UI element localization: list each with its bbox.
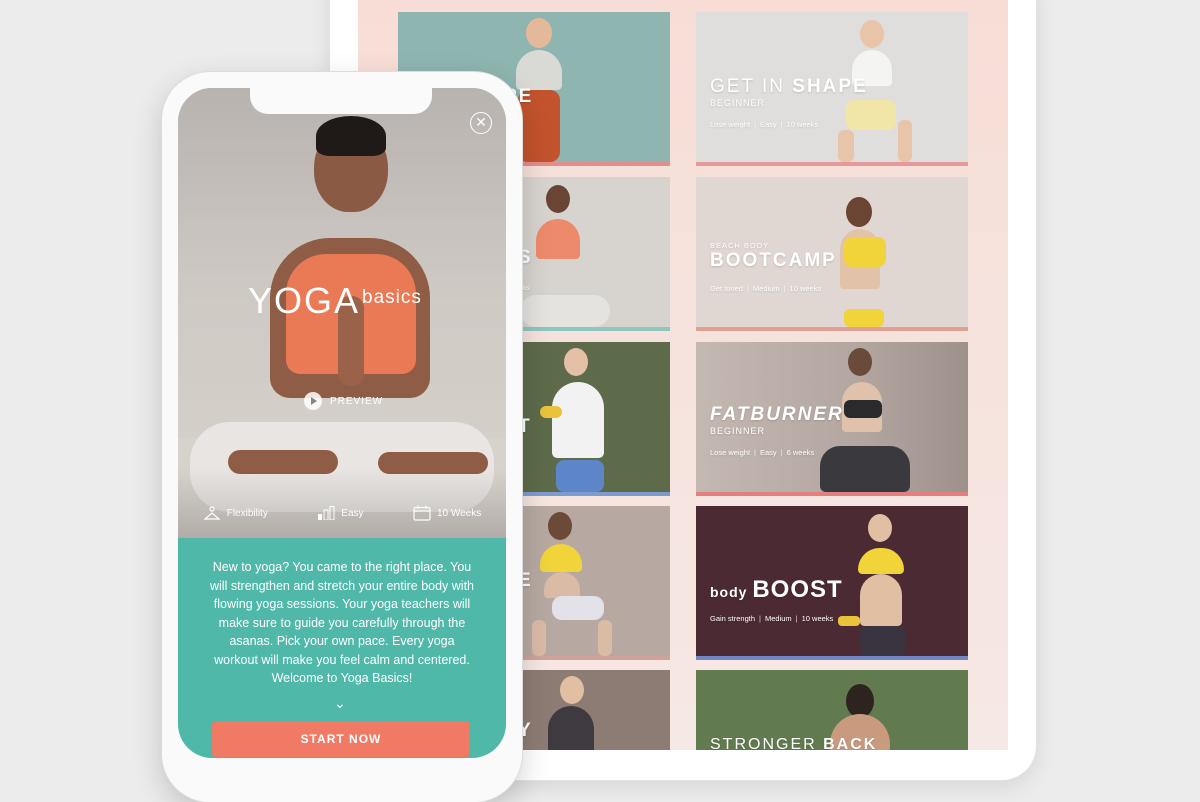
- card-photo: [538, 670, 608, 750]
- program-card-stronger-back[interactable]: STRONGER BACK: [696, 670, 968, 750]
- card-title: STRONGER BACK: [710, 736, 878, 750]
- stat-focus-label: Flexibility: [226, 507, 268, 519]
- card-text: BEACH BODY BOOTCAMP Get toned | Medium | 10 …: [710, 241, 837, 293]
- program-title: YOGA basics: [248, 280, 422, 322]
- chevron-down-icon[interactable]: ⌄: [334, 695, 346, 712]
- stat-level-label: Easy: [341, 507, 364, 519]
- level-bars-icon: [318, 506, 335, 520]
- card-title: BOOTCAMP: [710, 250, 837, 271]
- close-button[interactable]: ✕: [470, 112, 492, 134]
- program-card-bootcamp[interactable]: BEACH BODY BOOTCAMP Get toned | Medium | 10 …: [696, 177, 968, 331]
- program-title-sub: basics: [362, 287, 422, 308]
- card-meta: Lose weight | Easy | 6 weeks: [710, 448, 815, 457]
- program-card-fatburner[interactable]: FATBURNER BEGINNER Lose weight | Easy | 6 we…: [696, 342, 968, 496]
- program-card-body-boost[interactable]: body BOOST Gain strength | Medium | 10 weeks: [696, 506, 968, 660]
- start-now-button[interactable]: START NOW: [212, 721, 470, 757]
- program-description: New to yoga? You came to the right place…: [209, 560, 475, 685]
- preview-button[interactable]: PREVIEW: [304, 392, 383, 410]
- card-eyebrow: BEACH BODY: [710, 241, 770, 250]
- hero-image: ✕ YOGA basics PREVIEW Flexibility Easy 1…: [178, 88, 506, 538]
- card-text: GET IN SHAPE BEGINNER Lose weight | Easy | 1…: [710, 76, 868, 129]
- flexibility-icon: [203, 506, 221, 520]
- card-title: GET IN SHAPE: [710, 76, 868, 97]
- play-icon: [304, 392, 322, 410]
- model-hair: [316, 116, 386, 156]
- card-text: body BOOST Gain strength | Medium | 10 weeks: [710, 576, 843, 623]
- card-photo: [522, 506, 622, 656]
- card-meta: Get toned | Medium | 10 weeks: [710, 284, 822, 293]
- stat-duration: 10 Weeks: [413, 505, 481, 521]
- program-title-main: YOGA: [248, 280, 361, 321]
- phone-notch: [250, 86, 432, 114]
- preview-label: PREVIEW: [330, 395, 384, 407]
- calendar-icon: [413, 505, 431, 521]
- program-card-get-in-shape[interactable]: GET IN SHAPE BEGINNER Lose weight | Easy | 1…: [696, 12, 968, 166]
- card-meta: Lose weight | Easy | 10 weeks: [710, 120, 819, 129]
- card-subtitle: BEGINNER: [710, 98, 766, 108]
- card-photo: [836, 506, 946, 656]
- phone-screen: ✕ YOGA basics PREVIEW Flexibility Easy 1…: [178, 88, 506, 758]
- card-title: FATBURNER: [710, 404, 844, 425]
- card-text: FATBURNER BEGINNER Lose weight | Easy | 6 we…: [710, 404, 844, 457]
- program-stats: Flexibility Easy 10 Weeks: [178, 496, 506, 530]
- card-subtitle: BEGINNER: [710, 426, 766, 436]
- card-title: body BOOST: [710, 576, 843, 603]
- stat-level: Easy: [317, 506, 364, 520]
- stat-focus: Flexibility: [203, 506, 268, 520]
- card-meta: Gain strength | Medium | 10 weeks: [710, 614, 834, 623]
- stat-duration-label: 10 Weeks: [436, 507, 482, 519]
- card-photo: [530, 342, 630, 492]
